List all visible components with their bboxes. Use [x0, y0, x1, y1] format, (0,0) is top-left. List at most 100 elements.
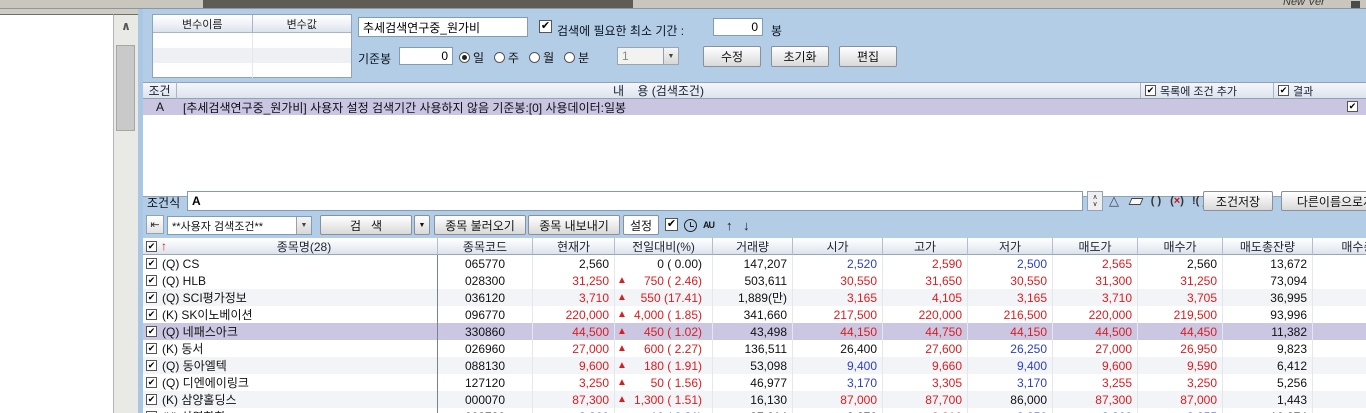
minute-combo[interactable]: 1 ▼ — [617, 47, 679, 65]
tri-up-icon: ▲ — [615, 326, 629, 337]
stock-row[interactable]: ✔(K) 삼양홀딩스00007087,300▲1,300 ( 1.51)16,1… — [143, 391, 1366, 408]
stock-row[interactable]: ✔(Q) CS0657702,5600 ( 0.00)147,2072,5202… — [143, 255, 1366, 272]
paren-x-icon[interactable]: × — [1167, 193, 1187, 209]
stock-row[interactable]: ✔(K) 동서02696027,000▲600 ( 2.27)136,51126… — [143, 340, 1366, 357]
triangle-icon[interactable]: △ — [1104, 193, 1124, 209]
row-checkbox[interactable]: ✔ — [146, 377, 157, 388]
cell-high: 87,700 — [883, 391, 968, 408]
cell-ask_total: 93,996 — [1223, 306, 1313, 323]
variable-row[interactable] — [153, 63, 351, 78]
auto-sort-icon[interactable]: AU — [703, 220, 714, 230]
col-header-bid_total[interactable]: 매수총잔량 — [1313, 238, 1366, 255]
stock-row[interactable]: ✔(Q) 동아엘텍0881309,600▲180 ( 1.91)53,0989,… — [143, 357, 1366, 374]
col-header-bid[interactable]: 매수가 — [1138, 238, 1223, 255]
variable-row[interactable] — [153, 33, 351, 48]
row-checkbox[interactable]: ✔ — [146, 326, 157, 337]
stock-name: (K) 삼양홀딩스 — [162, 391, 237, 408]
row-checkbox[interactable]: ✔ — [146, 360, 157, 371]
col-header-code[interactable]: 종목코드 — [438, 238, 533, 255]
left-scrollbar[interactable]: ∧ — [114, 14, 138, 413]
radio-icon[interactable] — [529, 52, 540, 63]
clock-icon[interactable] — [684, 219, 697, 232]
settings-button[interactable]: 설정 — [623, 215, 659, 235]
load-stocks-button[interactable]: 종목 불러오기 — [434, 215, 526, 235]
spin-down-icon[interactable]: ∨ — [1092, 201, 1097, 208]
condition-list-area[interactable] — [143, 115, 1366, 197]
edit-button[interactable]: 편집 — [839, 46, 897, 67]
stock-row[interactable]: ✔(Q) 디엔에이링크1271203,250▲50 ( 1.56)46,9773… — [143, 374, 1366, 391]
stock-row[interactable]: ✔(K) SK이노베이션096770220,000▲4,000 ( 1.85)3… — [143, 306, 1366, 323]
col-header-change[interactable]: 전일대비(%) — [615, 238, 713, 255]
dock-icon[interactable]: ⇤ — [146, 215, 164, 234]
cell-volume: 87,614 — [713, 408, 793, 413]
result-option[interactable]: ✔ 결과 — [1273, 83, 1366, 98]
period-radio-분[interactable]: 분 — [564, 49, 589, 66]
add-to-list-option[interactable]: ✔ 목록에 조건 추가 — [1140, 83, 1273, 98]
min-period-checkbox[interactable]: ✔ — [539, 20, 552, 33]
variable-row[interactable] — [153, 48, 351, 63]
variable-name-header[interactable]: 변수이름 — [153, 15, 253, 33]
user-condition-combo[interactable]: **사용자 검색조건** ▼ — [167, 216, 312, 235]
col-header-open[interactable]: 시가 — [793, 238, 883, 255]
condition-row[interactable]: A [추세검색연구중_원가비] 사용자 설정 검색기간 사용하지 않음 기준봉:… — [143, 99, 1366, 115]
base-bar-input[interactable]: 0 — [399, 47, 453, 65]
col-header-high[interactable]: 고가 — [883, 238, 968, 255]
modify-button[interactable]: 수정 — [703, 46, 761, 67]
col-header-ask_total[interactable]: 매도총잔량 — [1223, 238, 1313, 255]
row-checkbox[interactable]: ✔ — [146, 309, 157, 320]
eraser-icon[interactable] — [1126, 193, 1146, 209]
stock-name: (K) SK이노베이션 — [162, 306, 253, 323]
cell-change: ▲180 ( 1.91) — [615, 357, 713, 374]
period-radio-월[interactable]: 월 — [529, 49, 554, 66]
row-checkbox[interactable]: ✔ — [146, 258, 157, 269]
save-condition-button[interactable]: 조건저장 — [1203, 191, 1273, 211]
cell-price: 87,300 — [533, 391, 615, 408]
col-header-low[interactable]: 저가 — [968, 238, 1053, 255]
period-radio-일[interactable]: 일 — [459, 49, 484, 66]
result-checkbox[interactable]: ✔ — [1278, 85, 1289, 96]
condition-tree[interactable] — [0, 14, 114, 413]
row-checkbox[interactable]: ✔ — [146, 292, 157, 303]
sort-asc-icon[interactable]: ↑ — [161, 239, 167, 253]
chevron-down-icon[interactable]: ▼ — [296, 217, 311, 234]
radio-icon[interactable] — [564, 52, 575, 63]
spin-up-icon[interactable]: ∧ — [1092, 194, 1097, 201]
min-period-input[interactable]: 0 — [713, 18, 763, 36]
period-radio-주[interactable]: 주 — [494, 49, 519, 66]
row-checkbox[interactable]: ✔ — [146, 275, 157, 286]
move-up-icon[interactable]: ↑ — [726, 218, 733, 233]
col-header-name[interactable]: ✔↑종목명(28) — [143, 238, 438, 255]
radio-icon[interactable] — [494, 52, 505, 63]
expression-input[interactable]: A — [187, 191, 1083, 211]
row-checkbox[interactable]: ✔ — [146, 394, 157, 405]
add-to-list-checkbox[interactable]: ✔ — [1145, 85, 1156, 96]
save-as-button[interactable]: 다른이름으로저장 — [1281, 191, 1366, 211]
stock-row[interactable]: ✔(Q) 네패스아크33086044,500▲450 ( 1.02)43,498… — [143, 323, 1366, 340]
stock-row[interactable]: ✔(K) 삼영화학0037203,260▼10 ( 0.31)87,6143,2… — [143, 408, 1366, 413]
stock-row[interactable]: ✔(Q) SCI평가정보0361203,710▲550 (17.41)1,889… — [143, 289, 1366, 306]
export-stocks-button[interactable]: 종목 내보내기 — [528, 215, 620, 235]
search-button[interactable]: 검 색 — [320, 215, 412, 235]
condition-name-input[interactable]: 추세검색연구중_원가비 — [358, 17, 528, 37]
select-all-checkbox[interactable]: ✔ — [146, 241, 157, 252]
cell-high: 3,310 — [883, 408, 968, 413]
reset-button[interactable]: 초기화 — [771, 46, 829, 67]
toolbar-checkbox[interactable]: ✔ — [665, 218, 678, 231]
condition-result-checkbox[interactable]: ✔ — [1347, 101, 1358, 112]
paren-icon[interactable]: ( ) — [1146, 193, 1166, 209]
cell-open: 217,500 — [793, 306, 883, 323]
variable-value-header[interactable]: 변수값 — [253, 15, 352, 33]
search-dropdown-icon[interactable]: ▼ — [414, 215, 430, 235]
scroll-up-icon[interactable]: ∧ — [114, 15, 138, 37]
col-header-volume[interactable]: 거래량 — [713, 238, 793, 255]
move-down-icon[interactable]: ↓ — [743, 218, 750, 233]
radio-icon[interactable] — [459, 52, 470, 63]
chevron-down-icon[interactable]: ▼ — [663, 48, 678, 64]
scrollbar-thumb[interactable] — [116, 45, 135, 131]
col-header-price[interactable]: 현재가 — [533, 238, 615, 255]
stock-name: (K) 삼영화학 — [162, 408, 226, 413]
row-checkbox[interactable]: ✔ — [146, 343, 157, 354]
stock-row[interactable]: ✔(Q) HLB02830031,250▲750 ( 2.46)503,6113… — [143, 272, 1366, 289]
expression-spinner[interactable]: ∧ ∨ — [1087, 191, 1103, 211]
col-header-ask[interactable]: 매도가 — [1053, 238, 1138, 255]
